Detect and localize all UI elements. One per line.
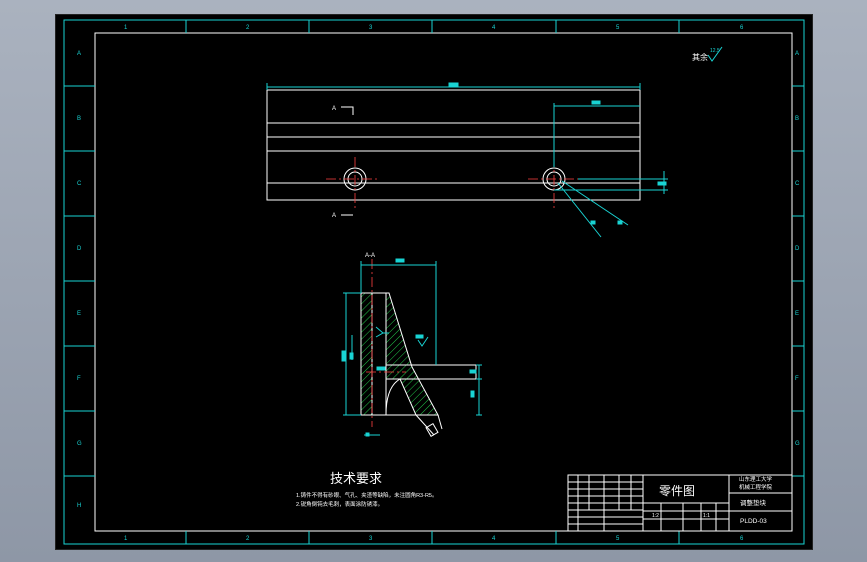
part-name: 调整垫块 [740,498,767,507]
row-label: B [77,116,81,122]
row-label: F [795,376,799,382]
row-label: C [795,181,800,187]
section-view: A-A [360,253,477,438]
row-label: F [77,376,81,382]
notes-line-2: 2.锐角倒钝去毛刺，表面涂防锈漆。 [296,500,383,508]
col-label: 5 [616,536,620,542]
col-label: 6 [740,25,744,31]
row-label: D [795,246,800,252]
row-labels-left: A B C D E F G H [77,51,82,509]
column-labels-top: 1 2 3 4 5 6 [124,25,744,31]
row-label: G [795,441,800,447]
front-view: A A [266,89,641,219]
column-labels-bottom: 1 2 3 4 5 6 [124,536,744,542]
section-marker-top: A [332,106,336,112]
sheet: 1:2 [652,513,659,519]
row-label: E [795,311,799,317]
col-label: 1 [124,25,128,31]
drawing-sheet: 1 2 3 4 5 6 1 2 3 4 5 6 A B C D E F G H … [55,14,813,550]
row-label: G [77,441,82,447]
col-label: 3 [369,536,373,542]
section-marker-bottom: A [332,213,336,219]
col-label: 1 [124,536,128,542]
col-label: 3 [369,25,373,31]
notes-title: 技术要求 [330,471,382,486]
row-label: A [795,51,799,57]
row-label: H [77,503,81,509]
row-labels-right: A B C D E F G [795,51,800,447]
row-label: A [77,51,81,57]
section-view-label: A-A [365,253,375,259]
front-view-dimensions [266,82,668,238]
col-label: 4 [492,25,496,31]
roughness-note: 其余 12.5 [692,46,723,62]
inner-border [94,32,793,532]
outer-border [63,19,805,545]
zone-ticks [64,20,804,544]
scale: 1:1 [703,513,710,519]
col-label: 6 [740,536,744,542]
cad-drawing: 1 2 3 4 5 6 1 2 3 4 5 6 A B C D E F G H … [63,19,805,545]
roughness-value: 12.5 [710,48,720,54]
row-label: B [795,116,799,122]
col-label: 5 [616,25,620,31]
drawing-number: PLDD-03 [740,518,767,525]
row-label: C [77,181,82,187]
technical-notes: 技术要求 1.铸件不得有砂眼、气孔、夹渣等缺陷，未注圆角R3-R5。 2.锐角倒… [296,471,437,508]
department-name: 机械工程学院 [739,483,773,491]
roughness-label: 其余 [692,52,708,62]
school-name: 山东理工大学 [739,475,773,483]
col-label: 2 [246,25,250,31]
row-label: D [77,246,82,252]
row-label: E [77,311,81,317]
col-label: 4 [492,536,496,542]
drawing-type: 零件图 [659,484,695,498]
notes-line-1: 1.铸件不得有砂眼、气孔、夹渣等缺陷，未注圆角R3-R5。 [296,491,437,499]
col-label: 2 [246,536,250,542]
title-block: 零件图 山东理工大学 机械工程学院 调整垫块 PLDD-03 1:1 1:2 [567,474,793,532]
